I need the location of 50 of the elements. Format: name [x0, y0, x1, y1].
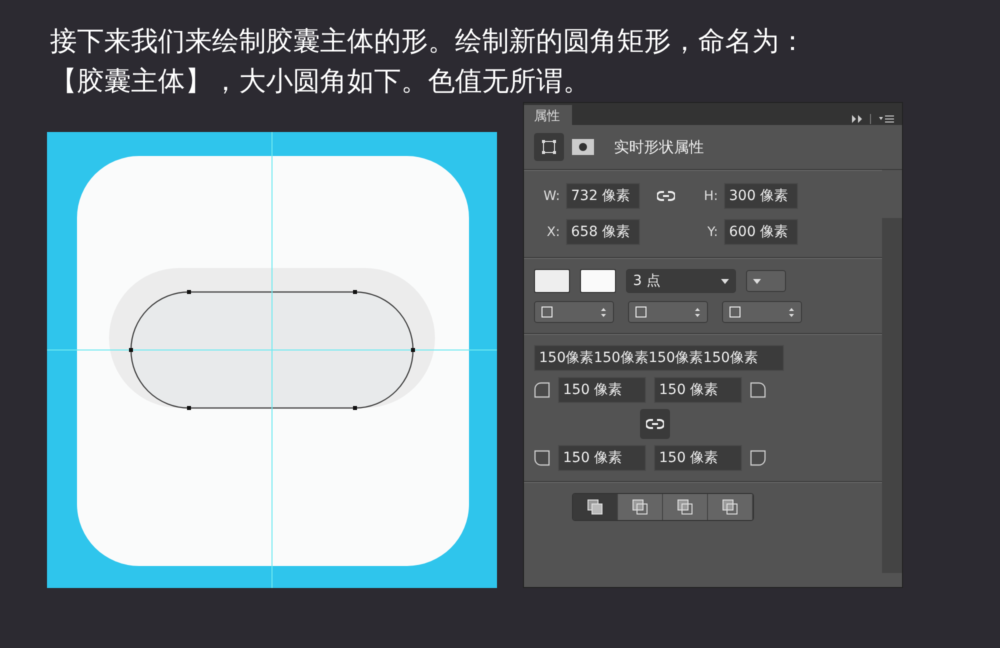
- instruction-text: 接下来我们来绘制胶囊主体的形。绘制新的圆角矩形，命名为： 【胶囊主体】，大小圆角如下。色值无所谓。: [49, 25, 807, 99]
- bounding-box-icon: [541, 139, 557, 155]
- stroke-option-icon: [635, 306, 647, 318]
- overlap-squares-icon: [587, 499, 603, 515]
- link-icon: [657, 191, 675, 201]
- value-field[interactable]: 150 像素: [558, 445, 646, 471]
- path-operation-button[interactable]: [618, 494, 663, 520]
- overlap-squares-icon: [722, 499, 738, 515]
- panel-tab[interactable]: 属性: [524, 105, 572, 125]
- value-field[interactable]: 600 像素: [724, 219, 798, 245]
- stroke-option-icon: [729, 306, 741, 318]
- corner-icon: [750, 450, 766, 466]
- path-operation-button[interactable]: [573, 494, 618, 520]
- field-label: X:: [546, 224, 560, 240]
- caret-icon: [721, 278, 729, 284]
- link-icon: [646, 419, 664, 429]
- value-field[interactable]: 732 像素: [566, 183, 640, 209]
- value-field[interactable]: 150 像素: [558, 377, 646, 403]
- stroke-width-dropdown[interactable]: 3 点: [626, 269, 736, 293]
- value-field[interactable]: 658 像素: [566, 219, 640, 245]
- stroke-swatch[interactable]: [580, 269, 616, 293]
- value-field[interactable]: 150 像素: [654, 377, 742, 403]
- stroke-option-icon: [541, 306, 553, 318]
- corner-icon: [534, 450, 550, 466]
- corner-radius-field[interactable]: 150像素150像素150像素150像素: [534, 345, 784, 371]
- panel-menu-icon: [850, 113, 896, 125]
- field-label: H:: [702, 188, 718, 204]
- path-operation-button[interactable]: [708, 494, 753, 520]
- up-down-arrows-icon: [788, 306, 795, 318]
- value-field[interactable]: 300 像素: [724, 183, 798, 209]
- stroke-style-dropdown[interactable]: [746, 270, 786, 292]
- fill-swatch[interactable]: [534, 269, 570, 293]
- field-label: W:: [542, 188, 560, 204]
- align-dropdown[interactable]: [534, 301, 614, 323]
- mask-icon: [572, 139, 594, 155]
- mode-button[interactable]: [534, 133, 564, 161]
- up-down-arrows-icon: [694, 306, 701, 318]
- cap-dropdown[interactable]: [628, 301, 708, 323]
- overlap-squares-icon: [632, 499, 648, 515]
- field-label: Y:: [706, 224, 718, 240]
- path-operation-button[interactable]: [663, 494, 708, 520]
- panel-header: 实时形状属性: [614, 138, 704, 156]
- link-corners-button[interactable]: [640, 409, 670, 439]
- corner-icon: [534, 382, 550, 398]
- value-field[interactable]: 150 像素: [654, 445, 742, 471]
- up-down-arrows-icon: [600, 306, 607, 318]
- join-dropdown[interactable]: [722, 301, 802, 323]
- caret-icon: [753, 278, 761, 284]
- corner-icon: [750, 382, 766, 398]
- overlap-squares-icon: [677, 499, 693, 515]
